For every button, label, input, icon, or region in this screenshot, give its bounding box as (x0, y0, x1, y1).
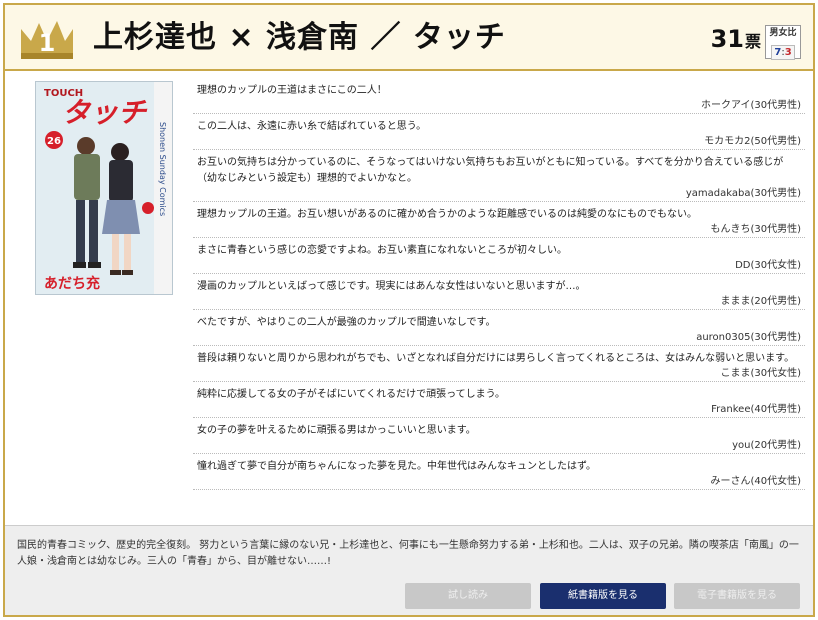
comment-item: 漫画のカップルといえばって感じです。現実にはあんな女性はいないと思いますが…。ま… (193, 274, 805, 310)
comment-author: もんきち(30代男性) (710, 224, 801, 235)
comment-author: you(20代男性) (732, 440, 801, 451)
comment-item: 理想のカップルの王道はまさにこの二人！ ホークアイ(30代男性) (193, 78, 805, 114)
cover-spine-text: Shonen Sunday Comics (158, 122, 167, 216)
comment-text: 漫画のカップルといえばって感じです。現実にはあんな女性はいないと思いますが…。 (197, 281, 586, 292)
comment-text: まさに青春という感じの恋愛ですよね。お互い素直になれないところが初々しい。 (197, 245, 567, 256)
ranking-card: 1 上杉達也 × 浅倉南 ／ タッチ 31票 男女比 7:3 TOUCH タッチ… (3, 3, 815, 617)
comment-author: DD(30代女性) (735, 260, 801, 271)
comment-text: べたですが、やはりこの二人が最強のカップルで間違いなしです。 (197, 317, 496, 328)
ratio-female: 3 (784, 47, 792, 58)
comment-text: 理想のカップルの王道はまさにこの二人！ (197, 85, 387, 96)
comment-author: モカモカ2(50代男性) (704, 136, 801, 147)
vote-unit: 票 (744, 32, 761, 51)
paper-book-button[interactable]: 紙書籍版を見る (540, 583, 666, 609)
cover-volume: 26 (47, 136, 61, 147)
book-cover-image[interactable]: TOUCH タッチ 26 あだち充 Shonen Sunday Comics (35, 81, 173, 295)
comment-text: 理想カップルの王道。お互い想いがあるのに確かめ合うかのような距離感でいるのは純愛… (197, 209, 697, 220)
comment-text: お互いの気持ちは分かっているのに、そうなってはいけない気持ちもお互いがともに知っ… (197, 157, 784, 184)
comment-author: こまま(30代女性) (720, 368, 801, 379)
comment-text: 女の子の夢を叶えるために頑張る男はかっこいいと思います。 (197, 425, 476, 436)
comment-text: 普段は頼りないと周りから思われがちでも、いざとなれば自分だけには男らしく言ってく… (197, 353, 795, 364)
gender-ratio-value: 7:3 (771, 45, 795, 60)
cover-illustration: TOUCH タッチ 26 あだち充 Shonen Sunday Comics (36, 82, 172, 294)
gender-ratio-label: 男女比 (769, 28, 797, 38)
comment-author: auron0305(30代男性) (696, 332, 801, 343)
description-footer: 国民的青春コミック、歴史的完全復刻。 努力という言葉に縁のない兄・上杉達也と、何… (5, 525, 813, 615)
comment-item: まさに青春という感じの恋愛ですよね。お互い素直になれないところが初々しい。 DD(… (193, 238, 805, 274)
comment-author: ままま(20代男性) (720, 296, 801, 307)
comment-item: 憧れ過ぎて夢で自分が南ちゃんになった夢を見た。中年世代はみんなキュンとしたはず。… (193, 454, 805, 490)
comment-item: 普段は頼りないと周りから思われがちでも、いざとなれば自分だけには男らしく言ってく… (193, 346, 805, 382)
comment-item: べたですが、やはりこの二人が最強のカップルで間違いなしです。 auron0305(… (193, 310, 805, 346)
cover-title: タッチ (62, 96, 148, 129)
comment-list: 理想のカップルの王道はまさにこの二人！ ホークアイ(30代男性) この二人は、永遠… (193, 78, 805, 490)
comment-text: 憧れ過ぎて夢で自分が南ちゃんになった夢を見た。中年世代はみんなキュンとしたはず。 (197, 461, 596, 472)
comment-text: 純粋に応援してる女の子がそばにいてくれるだけで頑張ってしまう。 (197, 389, 505, 400)
vote-number: 31 (710, 25, 744, 53)
pair-title: 上杉達也 × 浅倉南 ／ タッチ (93, 20, 506, 55)
card-header: 1 上杉達也 × 浅倉南 ／ タッチ 31票 男女比 7:3 (5, 5, 813, 71)
vote-count: 31票 (711, 23, 761, 55)
rank-number: 1 (39, 29, 56, 57)
comment-author: ホークアイ(30代男性) (700, 100, 801, 111)
comment-author: みーさん(40代女性) (710, 476, 801, 487)
comment-text: この二人は、永遠に赤い糸で結ばれていると思う。 (197, 121, 427, 132)
comment-author: Frankee(40代男性) (711, 404, 801, 415)
trial-read-button[interactable]: 試し読み (405, 583, 531, 609)
comment-item: 理想カップルの王道。お互い想いがあるのに確かめ合うかのような距離感でいるのは純愛… (193, 202, 805, 238)
comment-author: yamadakaba(30代男性) (685, 188, 801, 199)
comment-item: お互いの気持ちは分かっているのに、そうなってはいけない気持ちもお互いがともに知っ… (193, 150, 805, 202)
book-description: 国民的青春コミック、歴史的完全復刻。 努力という言葉に縁のない兄・上杉達也と、何… (17, 540, 799, 567)
cover-author: あだち充 (44, 275, 100, 292)
comment-item: この二人は、永遠に赤い糸で結ばれていると思う。モカモカ2(50代男性) (193, 114, 805, 150)
gender-ratio-box: 男女比 7:3 (765, 25, 801, 60)
comment-item: 純粋に応援してる女の子がそばにいてくれるだけで頑張ってしまう。 Frankee(4… (193, 382, 805, 418)
ebook-button[interactable]: 電子書籍版を見る (674, 583, 800, 609)
comment-item: 女の子の夢を叶えるために頑張る男はかっこいいと思います。 you(20代男性) (193, 418, 805, 454)
crown-rank-icon: 1 (21, 21, 73, 59)
